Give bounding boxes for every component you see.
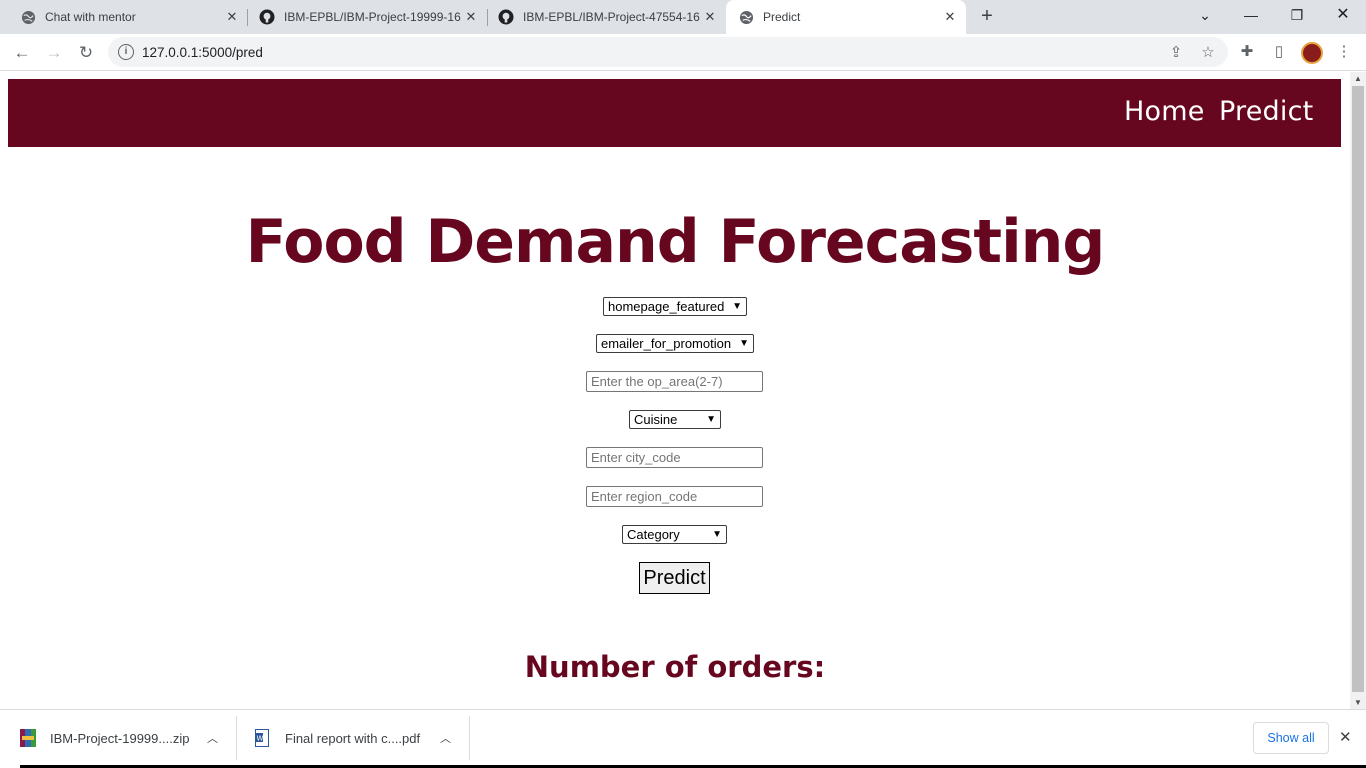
tab-title: Predict <box>763 10 801 24</box>
star-icon[interactable]: ☆ <box>1199 44 1217 62</box>
scroll-down-icon[interactable]: ▼ <box>1354 698 1362 707</box>
close-icon[interactable]: ✕ <box>463 9 479 25</box>
scroll-up-icon[interactable]: ▲ <box>1354 74 1362 83</box>
chevron-up-icon[interactable]: ︿ <box>207 730 218 746</box>
scroll-thumb[interactable] <box>1352 86 1364 692</box>
archive-icon <box>20 729 36 747</box>
avatar[interactable] <box>1301 42 1323 64</box>
cuisine-select[interactable]: Cuisine ▼ <box>629 410 721 429</box>
tab-chat-with-mentor[interactable]: Chat with mentor ✕ <box>8 0 248 34</box>
info-icon[interactable]: i <box>118 44 134 60</box>
region-code-input[interactable]: Enter region_code <box>586 486 763 507</box>
chevron-up-icon[interactable]: ︿ <box>440 730 451 746</box>
homepage-featured-select[interactable]: homepage_featured ▼ <box>603 297 747 316</box>
page-scrollbar[interactable]: ▲ ▼ <box>1350 72 1366 709</box>
category-select[interactable]: Category ▼ <box>622 525 727 544</box>
download-filename: Final report with c....pdf <box>285 730 421 746</box>
city-code-input[interactable]: Enter city_code <box>586 447 763 468</box>
download-item-zip[interactable]: IBM-Project-19999....zip <box>20 710 189 766</box>
tab-title: Chat with mentor <box>45 10 136 24</box>
divider <box>236 716 237 760</box>
url-text: 127.0.0.1:5000/pred <box>142 45 263 60</box>
result-label: Number of orders: <box>524 650 826 684</box>
download-item-pdf[interactable]: W Final report with c....pdf <box>255 710 420 766</box>
chevron-down-icon: ▼ <box>712 529 722 540</box>
tab-ibm-project-47554[interactable]: IBM-EPBL/IBM-Project-47554-16 ✕ <box>486 0 726 34</box>
svg-text:W: W <box>257 735 264 743</box>
select-value: Cuisine <box>634 412 678 427</box>
forward-arrow-icon[interactable]: → <box>42 41 66 65</box>
close-icon[interactable]: ✕ <box>224 9 240 25</box>
back-arrow-icon[interactable]: ← <box>10 41 34 65</box>
close-window-button[interactable]: ✕ <box>1329 4 1357 26</box>
new-tab-button[interactable]: + <box>976 6 998 28</box>
globe-icon <box>738 9 754 25</box>
globe-icon <box>20 9 36 25</box>
select-value: emailer_for_promotion <box>601 336 732 351</box>
select-value: Category <box>627 527 680 542</box>
page-viewport: Home Predict Food Demand Forecasting hom… <box>0 72 1350 709</box>
reload-icon[interactable]: ↻ <box>74 41 98 65</box>
download-filename: IBM-Project-19999....zip <box>50 730 190 746</box>
github-icon <box>259 9 275 25</box>
nav-predict-link[interactable]: Predict <box>1219 96 1313 127</box>
chevron-down-icon: ▼ <box>706 414 716 425</box>
github-icon <box>498 9 514 25</box>
chevron-down-icon: ▼ <box>732 301 742 312</box>
browser-toolbar: ← → ↻ i 127.0.0.1:5000/pred ⇪ ☆ ✚ ▯ ⋮ <box>0 34 1366 71</box>
menu-icon[interactable]: ⋮ <box>1334 42 1354 62</box>
tab-ibm-project-19999[interactable]: IBM-EPBL/IBM-Project-19999-16 ✕ <box>247 0 487 34</box>
chevron-down-icon: ▼ <box>739 338 749 349</box>
select-value: homepage_featured <box>608 299 725 314</box>
word-document-icon: W <box>255 729 271 747</box>
nav-home-link[interactable]: Home <box>1124 96 1205 127</box>
page-title: Food Demand Forecasting <box>245 207 1106 277</box>
share-icon[interactable]: ⇪ <box>1167 44 1185 62</box>
tab-search-icon[interactable]: ⌄ <box>1191 4 1219 26</box>
minimize-button[interactable]: — <box>1237 4 1265 26</box>
tab-strip: Chat with mentor ✕ IBM-EPBL/IBM-Project-… <box>0 0 1366 34</box>
side-panel-icon[interactable]: ▯ <box>1269 42 1289 62</box>
close-icon[interactable]: ✕ <box>1339 728 1352 746</box>
extensions-icon[interactable]: ✚ <box>1237 42 1257 62</box>
predict-button[interactable]: Predict <box>639 562 710 594</box>
divider <box>469 716 470 760</box>
op-area-input[interactable]: Enter the op_area(2-7) <box>586 371 763 392</box>
tab-title: IBM-EPBL/IBM-Project-47554-16 <box>523 10 700 24</box>
tab-predict[interactable]: Predict ✕ <box>726 0 966 34</box>
downloads-shelf: IBM-Project-19999....zip ︿ W Final repor… <box>0 709 1366 768</box>
close-icon[interactable]: ✕ <box>942 9 958 25</box>
site-navbar: Home Predict <box>8 79 1341 147</box>
address-bar[interactable]: i 127.0.0.1:5000/pred ⇪ ☆ <box>108 37 1228 67</box>
show-all-button[interactable]: Show all <box>1253 722 1329 754</box>
restore-button[interactable]: ❐ <box>1283 4 1311 26</box>
close-icon[interactable]: ✕ <box>702 9 718 25</box>
emailer-for-promotion-select[interactable]: emailer_for_promotion ▼ <box>596 334 754 353</box>
tab-title: IBM-EPBL/IBM-Project-19999-16 <box>284 10 461 24</box>
